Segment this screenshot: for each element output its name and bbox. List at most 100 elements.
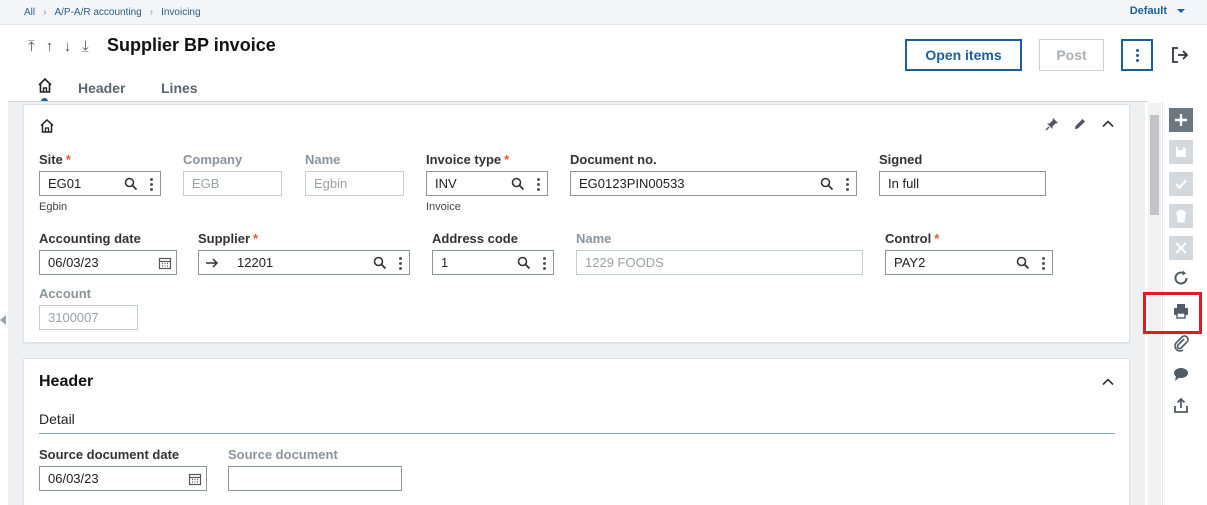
source-document-date-value: 06/03/23 — [48, 471, 99, 486]
accounting-date-input[interactable]: 06/03/23 — [39, 250, 177, 275]
supplier-field: Supplier * 12201 — [198, 231, 410, 275]
company-label: Company — [183, 152, 243, 167]
supplier-input[interactable]: 12201 — [198, 250, 410, 275]
arrow-right-icon[interactable] — [205, 257, 219, 269]
plus-icon — [1175, 114, 1187, 126]
pin-icon[interactable] — [1045, 117, 1059, 131]
tab-home-icon[interactable] — [37, 77, 53, 95]
more-vertical-icon[interactable] — [149, 178, 153, 191]
supplier-name-field: Name 1229 FOODS — [576, 231, 863, 275]
invoice-type-value: INV — [435, 176, 457, 191]
last-record-icon[interactable]: ⤓ — [79, 38, 92, 55]
search-icon[interactable] — [820, 177, 834, 191]
site-name-value: Egbin — [314, 176, 348, 191]
profile-selector[interactable]: Default — [1130, 5, 1185, 17]
more-vertical-icon[interactable] — [845, 178, 849, 191]
card-toolbar — [1045, 117, 1115, 131]
open-items-button[interactable]: Open items — [905, 39, 1022, 71]
search-icon[interactable] — [517, 256, 531, 270]
scrollbar-thumb[interactable] — [1150, 115, 1159, 215]
tab-lines[interactable]: Lines — [161, 80, 198, 96]
check-icon — [1175, 179, 1187, 190]
more-vertical-icon[interactable] — [542, 257, 546, 270]
site-input[interactable]: EG01 — [39, 171, 161, 196]
attachment-button[interactable] — [1169, 331, 1193, 355]
tab-header[interactable]: Header — [78, 80, 125, 96]
refresh-icon — [1174, 270, 1188, 285]
site-name-field: Name Egbin — [305, 152, 404, 196]
search-icon[interactable] — [124, 177, 138, 191]
search-icon[interactable] — [511, 177, 525, 191]
first-record-icon[interactable]: ⤒ — [25, 38, 38, 55]
more-vertical-icon[interactable] — [398, 257, 402, 270]
supplier-name-input: 1229 FOODS — [576, 250, 863, 275]
control-input[interactable]: PAY2 — [885, 250, 1053, 275]
search-icon[interactable] — [373, 256, 387, 270]
account-input: 3100007 — [39, 305, 138, 330]
control-field: Control * PAY2 — [885, 231, 1053, 275]
invoice-type-label: Invoice type — [426, 152, 502, 167]
breadcrumb-ap-ar-accounting[interactable]: A/P-A/R accounting — [54, 7, 141, 18]
supplier-value: 12201 — [237, 255, 274, 270]
document-no-label: Document no. — [570, 152, 657, 167]
calendar-icon[interactable] — [158, 256, 172, 270]
breadcrumb-all[interactable]: All — [24, 7, 35, 18]
document-no-field: Document no. EG0123PIN00533 — [570, 152, 857, 196]
source-document-date-input[interactable]: 06/03/23 — [39, 466, 207, 491]
signed-value: In full — [888, 176, 920, 191]
breadcrumb-invoicing[interactable]: Invoicing — [161, 7, 200, 18]
validate-button[interactable] — [1169, 172, 1193, 196]
source-document-field: Source document — [228, 447, 402, 491]
calendar-icon[interactable] — [188, 472, 202, 486]
chevron-right-icon: › — [149, 7, 154, 18]
chevron-up-icon[interactable] — [1101, 375, 1115, 389]
more-vertical-icon[interactable] — [1041, 257, 1045, 270]
accounting-date-value: 06/03/23 — [48, 255, 99, 270]
account-value: 3100007 — [48, 310, 99, 325]
account-label: Account — [39, 286, 91, 301]
paperclip-icon — [1174, 335, 1189, 352]
document-no-input[interactable]: EG0123PIN00533 — [570, 171, 857, 196]
site-name-label: Name — [305, 152, 341, 167]
source-document-input[interactable] — [228, 466, 402, 491]
required-marker: * — [253, 231, 259, 246]
refresh-button[interactable] — [1169, 266, 1193, 290]
address-code-value: 1 — [441, 255, 449, 270]
signed-field: Signed In full — [879, 152, 1046, 196]
previous-record-icon[interactable]: ↑ — [43, 38, 56, 55]
next-record-icon[interactable]: ↓ — [61, 38, 74, 55]
comment-button[interactable] — [1169, 362, 1193, 386]
delete-button[interactable] — [1169, 204, 1193, 228]
profile-selector-label: Default — [1129, 5, 1167, 17]
export-button[interactable] — [1169, 394, 1193, 418]
control-label: Control — [885, 231, 932, 246]
signed-input: In full — [879, 171, 1046, 196]
site-label: Site — [39, 152, 63, 167]
cancel-button[interactable] — [1169, 236, 1193, 260]
accounting-date-label: Accounting date — [39, 231, 141, 246]
source-document-date-field: Source document date 06/03/23 — [39, 447, 207, 491]
add-button[interactable] — [1169, 108, 1193, 132]
site-value: EG01 — [48, 176, 82, 191]
chevron-up-icon[interactable] — [1101, 117, 1115, 131]
required-marker: * — [65, 152, 71, 167]
more-vertical-icon[interactable] — [536, 178, 540, 191]
save-button[interactable] — [1169, 140, 1193, 164]
collapse-left-handle[interactable] — [0, 310, 8, 330]
source-document-label: Source document — [228, 447, 338, 462]
more-actions-button[interactable] — [1121, 39, 1153, 71]
edit-icon[interactable] — [1073, 117, 1087, 131]
chevron-right-icon: › — [43, 7, 47, 18]
invoice-type-input[interactable]: INV — [426, 171, 548, 196]
site-field: Site * EG01 Egbin — [39, 152, 161, 213]
exit-icon[interactable] — [1170, 45, 1190, 65]
invoice-type-description: Invoice — [426, 201, 461, 213]
more-vertical-icon — [1135, 48, 1139, 62]
search-icon[interactable] — [1016, 256, 1030, 270]
record-navigation: ⤒ ↑ ↓ ⤓ — [25, 38, 92, 55]
post-button[interactable]: Post — [1039, 39, 1104, 71]
supplier-name-value: 1229 FOODS — [585, 255, 664, 270]
site-description: Egbin — [39, 201, 68, 213]
close-icon — [1175, 242, 1187, 254]
address-code-input[interactable]: 1 — [432, 250, 554, 275]
